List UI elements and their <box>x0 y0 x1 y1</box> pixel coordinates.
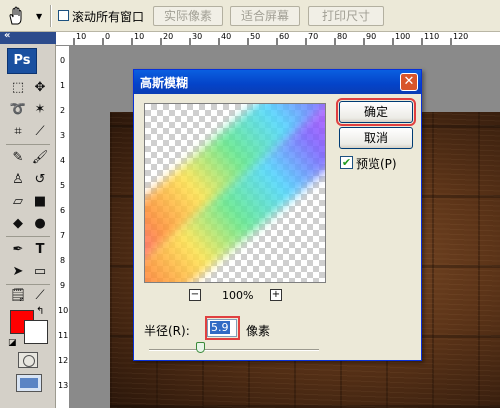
radius-slider-track[interactable] <box>149 349 319 351</box>
options-separator <box>50 5 52 27</box>
radius-label: 半径(R): <box>144 324 190 338</box>
horizontal-ruler: 10 0 10 20 30 40 50 60 70 80 90 100 110 … <box>56 32 500 46</box>
dialog-title: 高斯模糊 <box>140 76 189 90</box>
toolbox: « Ps ⬚ ✥ ➰ ✶ ⌗ ⟋ ✎ 🖌 ♙ ↺ ▱ ■ ◆ ● ✒ T ➤ ▭… <box>0 30 56 408</box>
toolbox-separator <box>6 144 50 145</box>
toolbox-separator <box>6 284 50 285</box>
vertical-ruler: 0 1 2 3 4 5 6 7 8 9 10 11 12 13 <box>56 46 70 408</box>
magic-wand-tool-icon[interactable]: ✶ <box>30 100 50 120</box>
notes-tool-icon[interactable]: 🗒 <box>8 286 28 306</box>
ruler-tick-label: 30 <box>192 32 203 41</box>
preview-checkbox[interactable]: ✔ <box>340 156 353 169</box>
ruler-tick-label: 100 <box>395 32 411 41</box>
ruler-tick-label: 1 <box>60 81 66 90</box>
tool-preset-dropdown-icon[interactable]: ▼ <box>36 12 42 21</box>
ruler-tick-label: 3 <box>60 131 66 140</box>
swap-colors-icon[interactable]: ↰ <box>36 306 44 317</box>
zoom-in-button[interactable]: + <box>270 289 282 301</box>
slice-tool-icon[interactable]: ⟋ <box>30 122 50 142</box>
quick-mask-button[interactable] <box>18 352 38 368</box>
ruler-tick-label: 20 <box>163 32 174 41</box>
fit-screen-button[interactable]: 适合屏幕 <box>230 6 300 26</box>
ruler-tick-label: 70 <box>308 32 319 41</box>
ruler-tick-label: 120 <box>453 32 469 41</box>
crop-tool-icon[interactable]: ⌗ <box>8 122 28 142</box>
ruler-tick-label: 5 <box>60 181 66 190</box>
ruler-tick-label: 8 <box>60 256 66 265</box>
ruler-tick-label: 0 <box>60 56 66 65</box>
hand-icon[interactable] <box>6 6 30 26</box>
ruler-tick-label: 40 <box>221 32 232 41</box>
radius-slider-thumb[interactable] <box>196 342 205 353</box>
type-tool-icon[interactable]: T <box>30 240 50 260</box>
ruler-tick-label: 9 <box>60 281 66 290</box>
marquee-tool-icon[interactable]: ⬚ <box>8 78 28 98</box>
healing-brush-tool-icon[interactable]: ✎ <box>8 148 28 168</box>
close-icon[interactable]: ✕ <box>400 73 418 91</box>
move-tool-icon[interactable]: ✥ <box>30 78 50 98</box>
pen-tool-icon[interactable]: ✒ <box>8 240 28 260</box>
radius-unit: 像素 <box>246 324 271 338</box>
ruler-tick-label: 10 <box>76 32 87 41</box>
history-brush-tool-icon[interactable]: ↺ <box>30 170 50 190</box>
toolbox-separator <box>6 236 50 237</box>
background-color-swatch[interactable] <box>24 320 48 344</box>
ruler-tick-label: 50 <box>250 32 261 41</box>
actual-pixels-button[interactable]: 实际像素 <box>153 6 223 26</box>
gradient-tool-icon[interactable]: ■ <box>30 192 50 212</box>
photoshop-logo[interactable]: Ps <box>7 48 37 74</box>
radius-value: 5.9 <box>210 321 230 334</box>
blur-tool-icon[interactable]: ◆ <box>8 214 28 234</box>
print-size-button[interactable]: 打印尺寸 <box>308 6 384 26</box>
zoom-level: 100% <box>222 289 254 302</box>
preview-checkbox-label: 预览(P) <box>356 157 397 171</box>
ruler-tick-label: 80 <box>337 32 348 41</box>
ruler-tick-label: 90 <box>366 32 377 41</box>
shape-tool-icon[interactable]: ▭ <box>30 262 50 282</box>
ruler-tick-label: 60 <box>279 32 290 41</box>
ruler-tick-label: 10 <box>134 32 145 41</box>
brush-tool-icon[interactable]: 🖌 <box>30 148 50 168</box>
screen-mode-button[interactable] <box>16 374 42 392</box>
lasso-tool-icon[interactable]: ➰ <box>8 100 28 120</box>
default-colors-icon[interactable]: ◪ <box>8 338 17 348</box>
ruler-tick-label: 6 <box>60 206 66 215</box>
toolbox-header[interactable]: « <box>0 30 56 44</box>
ruler-tick-label: 11 <box>58 331 69 340</box>
dialog-titlebar[interactable]: 高斯模糊 <box>134 70 421 94</box>
gaussian-blur-dialog: 高斯模糊 ✕ − 100% + 确定 取消 ✔ 预览(P) 半径(R): 5.9… <box>133 69 422 361</box>
scroll-all-windows-checkbox[interactable] <box>58 10 69 21</box>
zoom-out-button[interactable]: − <box>189 289 201 301</box>
options-bar: ▼ 滚动所有窗口 实际像素 适合屏幕 打印尺寸 <box>0 0 500 32</box>
dodge-tool-icon[interactable]: ● <box>30 214 50 234</box>
ruler-tick-label: 110 <box>424 32 440 41</box>
ruler-tick-label: 4 <box>60 156 66 165</box>
eyedropper-tool-icon[interactable]: ⟋ <box>30 286 50 306</box>
cancel-button[interactable]: 取消 <box>339 127 413 149</box>
ruler-tick-label: 13 <box>58 381 69 390</box>
scroll-all-windows-label: 滚动所有窗口 <box>72 10 145 24</box>
ruler-tick-label: 12 <box>58 356 69 365</box>
path-selection-tool-icon[interactable]: ➤ <box>8 262 28 282</box>
filter-preview[interactable] <box>144 103 326 283</box>
ruler-tick-label: 2 <box>60 106 66 115</box>
clone-stamp-tool-icon[interactable]: ♙ <box>8 170 28 190</box>
ruler-tick-label: 0 <box>105 32 111 41</box>
eraser-tool-icon[interactable]: ▱ <box>8 192 28 212</box>
ok-button[interactable]: 确定 <box>336 98 416 126</box>
ruler-tick-label: 7 <box>60 231 66 240</box>
ruler-tick-label: 10 <box>58 306 69 315</box>
radius-input[interactable]: 5.9 <box>207 319 237 337</box>
